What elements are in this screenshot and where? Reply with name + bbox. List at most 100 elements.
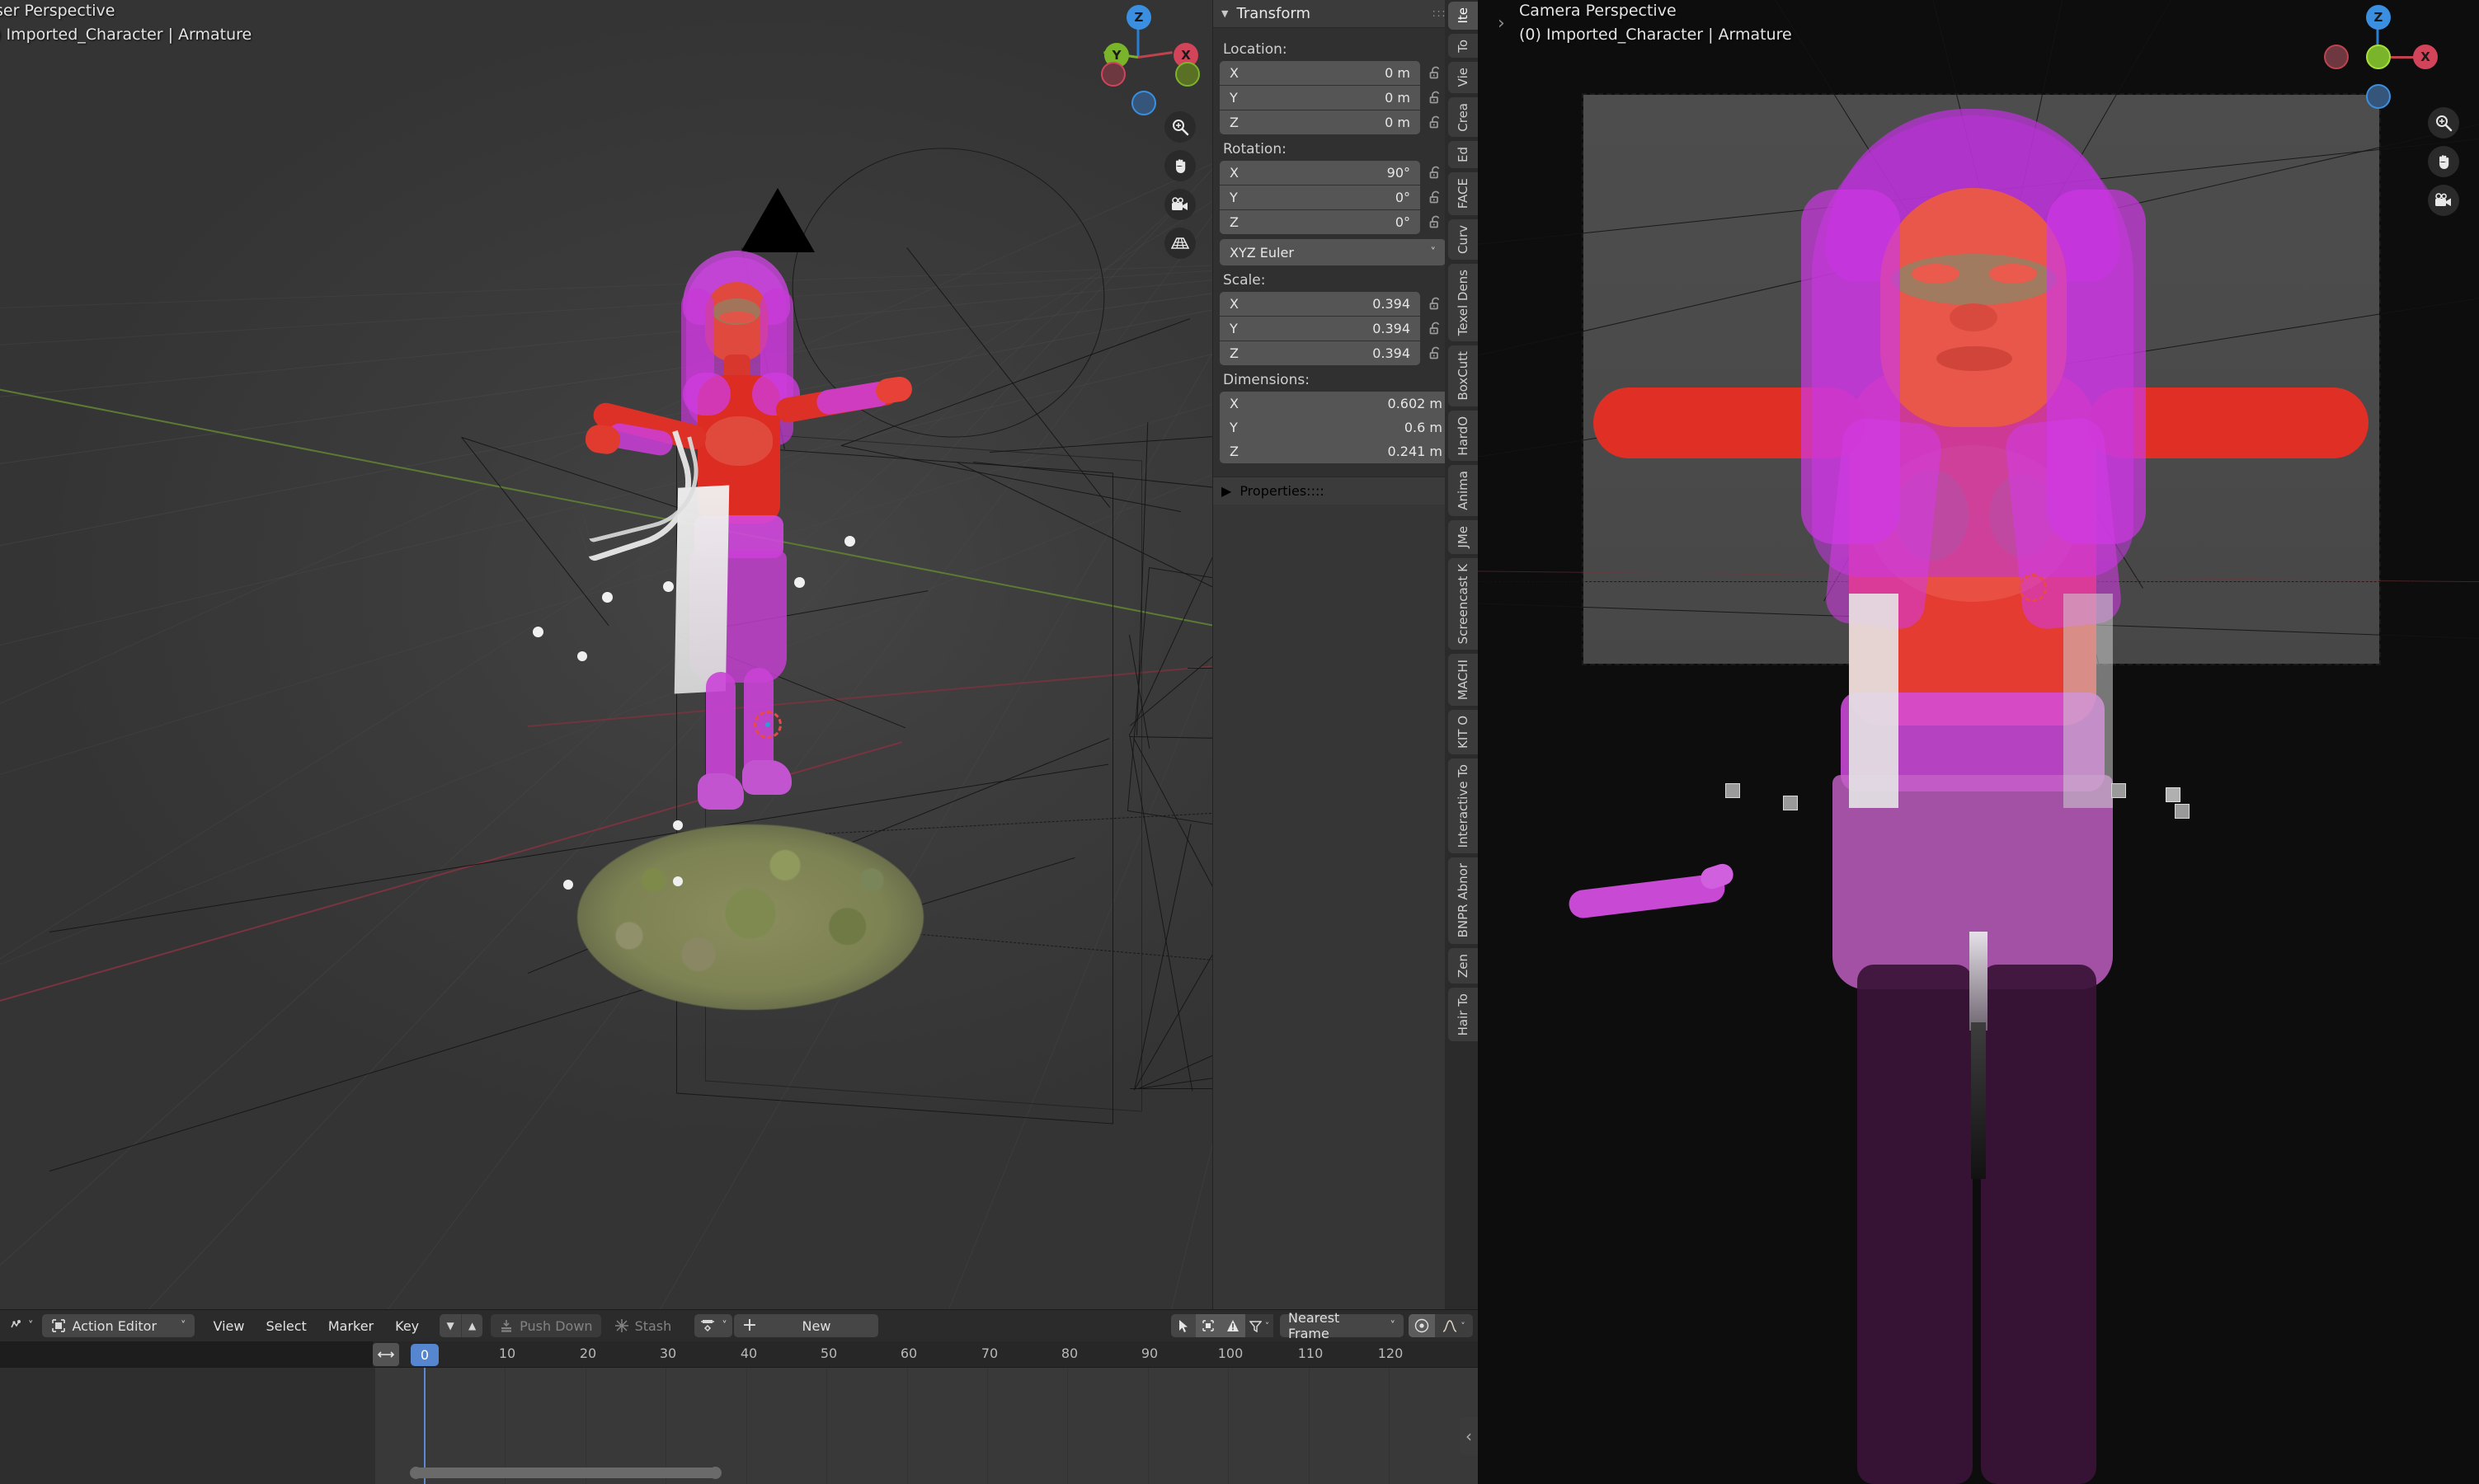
dope-sheet-channel-list[interactable] (0, 1368, 375, 1484)
editor-type-button[interactable]: ˅ (5, 1314, 37, 1337)
gizmo-axis-neg-x[interactable] (1101, 62, 1126, 87)
current-frame-badge[interactable]: 0 (411, 1344, 439, 1366)
gizmo-axis-neg-y[interactable] (1175, 62, 1200, 87)
sidebar-expand-arrow-icon[interactable]: › (1498, 13, 1505, 34)
rotation-mode-dropdown[interactable]: XYZ Euler ˅ (1220, 239, 1446, 265)
sidebar-tab-ite[interactable]: Ite (1448, 2, 1478, 30)
only-selected-toggle[interactable] (1171, 1314, 1196, 1337)
zoom-icon[interactable] (2428, 107, 2459, 139)
character-model-closeup[interactable] (1567, 99, 2368, 1484)
dope-sheet-keyframe-area[interactable]: ‹ (0, 1368, 1478, 1484)
dope-sheet-timebar[interactable]: 10 20 30 40 50 60 70 80 90 100 110 120 0 (0, 1341, 1478, 1368)
bone-widget[interactable] (2111, 783, 2126, 798)
dimensions-fields[interactable]: X 0.602 m Y 0.6 m Z 0.241 m (1220, 392, 1452, 463)
bone-widget[interactable] (2175, 804, 2190, 819)
collapse-sidebar-icon[interactable]: ‹ (1460, 1417, 1478, 1455)
bone-handle[interactable] (663, 581, 674, 592)
left-navigation-gizmo[interactable]: Z Y X (1093, 2, 1200, 115)
stash-button[interactable]: Stash (606, 1314, 680, 1337)
axis-value[interactable]: 0.394 (1372, 296, 1410, 312)
scale-fields[interactable]: X 0.394 Y 0.394 Z 0.394 (1220, 292, 1451, 365)
gizmo-axis-neg-z[interactable] (1131, 91, 1156, 115)
menu-view[interactable]: View (203, 1314, 256, 1337)
new-action-button[interactable]: + New (733, 1314, 878, 1337)
right-3d-viewport[interactable]: Camera Perspective (0) Imported_Characte… (1478, 0, 2479, 1484)
right-navigation-gizmo[interactable]: Z X (2324, 2, 2438, 109)
action-datablock-button[interactable]: ˅ (694, 1314, 732, 1337)
transform-panel-header[interactable]: ▼ Transform :::: (1213, 0, 1460, 28)
axis-value[interactable]: 0° (1395, 214, 1410, 230)
horizontal-scrollbar[interactable] (410, 1467, 722, 1479)
sidebar-tab-texel-dens[interactable]: Texel Dens (1448, 263, 1478, 341)
axis-value[interactable]: 0.241 m (1388, 444, 1442, 459)
sidebar-tab-screencast-k[interactable]: Screencast K (1448, 557, 1478, 650)
bone-widget[interactable] (1783, 796, 1798, 810)
falloff-curve-icon[interactable]: ˅ (1435, 1314, 1473, 1337)
axis-value[interactable]: 0.394 (1372, 345, 1410, 361)
menu-key[interactable]: Key (384, 1314, 430, 1337)
sidebar-tab-to[interactable]: To (1448, 33, 1478, 59)
filter-funnel-icon[interactable]: ˅ (1245, 1314, 1273, 1337)
mode-dropdown[interactable]: Action Editor ˅ (41, 1314, 195, 1337)
gizmo-axis-z[interactable]: Z (2366, 5, 2391, 30)
axis-value[interactable]: 0.394 (1372, 321, 1410, 336)
sidebar-tab-interactive-to[interactable]: Interactive To (1448, 758, 1478, 854)
grid-perspective-icon[interactable] (1164, 228, 1196, 259)
sidebar-tab-boxcutt[interactable]: BoxCutt (1448, 345, 1478, 406)
axis-value[interactable]: 0 m (1385, 115, 1410, 130)
bone-handle[interactable] (844, 536, 855, 547)
transform-sidebar-panel[interactable]: ▼ Transform :::: Location: X 0 m Y 0 m Z… (1212, 0, 1460, 1309)
location-fields[interactable]: X 0 m Y 0 m Z 0 m (1220, 61, 1451, 134)
bone-handle[interactable] (673, 820, 683, 830)
panel-grip-icon[interactable]: :::: (1306, 483, 1324, 499)
bone-widget[interactable] (1725, 783, 1740, 798)
gizmo-axis-y-center[interactable] (2366, 45, 2391, 69)
axis-value[interactable]: 0.6 m (1404, 420, 1442, 435)
show-hidden-toggle[interactable] (1196, 1314, 1221, 1337)
next-action-button[interactable]: ▲ (461, 1314, 483, 1337)
show-errors-toggle[interactable] (1221, 1314, 1245, 1337)
gizmo-axis-neg-z[interactable] (2366, 84, 2391, 109)
menu-select[interactable]: Select (255, 1314, 317, 1337)
axis-value[interactable]: 0 m (1385, 65, 1410, 81)
sidebar-tab-hair-to[interactable]: Hair To (1448, 987, 1478, 1042)
sidebar-tab-face[interactable]: FACE (1448, 172, 1478, 215)
bone-handle[interactable] (577, 651, 587, 661)
bone-handle[interactable] (533, 627, 543, 637)
dope-sheet-editor[interactable]: ˅ Action Editor ˅ View Select Marker Key… (0, 1309, 1478, 1484)
zoom-icon[interactable] (1164, 111, 1196, 143)
properties-panel-header[interactable]: ▶ Properties :::: (1213, 477, 1460, 505)
sidebar-tab-anima[interactable]: Anima (1448, 465, 1478, 516)
bone-handle[interactable] (794, 577, 805, 588)
dope-sheet-header[interactable]: ˅ Action Editor ˅ View Select Marker Key… (0, 1310, 1478, 1341)
sidebar-tab-kit-o[interactable]: KIT O (1448, 710, 1478, 755)
sidebar-tab-zen[interactable]: Zen (1448, 947, 1478, 984)
sidebar-tab-machi[interactable]: MACHI (1448, 653, 1478, 707)
sidebar-tab-crea[interactable]: Crea (1448, 96, 1478, 138)
channel-resize-handle[interactable] (373, 1343, 399, 1366)
gizmo-axis-x[interactable]: X (2413, 45, 2438, 69)
sidebar-tab-strip[interactable]: Ite To Vie Crea Ed FACE Curv Texel Dens BoxCutt H… (1445, 0, 1478, 1309)
chevron-right-icon[interactable]: ▶ (1221, 483, 1231, 499)
character-model[interactable] (536, 239, 981, 1064)
axis-value[interactable]: 0.602 m (1388, 396, 1442, 411)
sidebar-tab-jme[interactable]: JMe (1448, 520, 1478, 554)
gizmo-axis-z[interactable]: Z (1127, 5, 1151, 30)
axis-value[interactable]: 0° (1395, 190, 1410, 205)
sidebar-tab-ed[interactable]: Ed (1448, 141, 1478, 169)
sidebar-tab-bnpr-abnor[interactable]: BNPR Abnor (1448, 857, 1478, 944)
bone-widget[interactable] (2166, 787, 2180, 802)
menu-marker[interactable]: Marker (318, 1314, 384, 1337)
snap-mode-dropdown[interactable]: Nearest Frame ˅ (1280, 1310, 1404, 1341)
gizmo-axis-neg-x[interactable] (2324, 45, 2349, 69)
bone-handle[interactable] (563, 880, 573, 890)
sidebar-tab-curv[interactable]: Curv (1448, 218, 1478, 260)
camera-icon[interactable] (1164, 189, 1196, 220)
push-down-button[interactable]: Push Down (491, 1314, 601, 1337)
pan-hand-icon[interactable] (1164, 150, 1196, 181)
sidebar-tab-vie[interactable]: Vie (1448, 62, 1478, 93)
rotation-fields[interactable]: X 90° Y 0° Z 0° (1220, 161, 1451, 234)
camera-icon[interactable] (2428, 185, 2459, 216)
proportional-edit-icon[interactable] (1409, 1314, 1435, 1337)
axis-value[interactable]: 90° (1387, 165, 1410, 181)
